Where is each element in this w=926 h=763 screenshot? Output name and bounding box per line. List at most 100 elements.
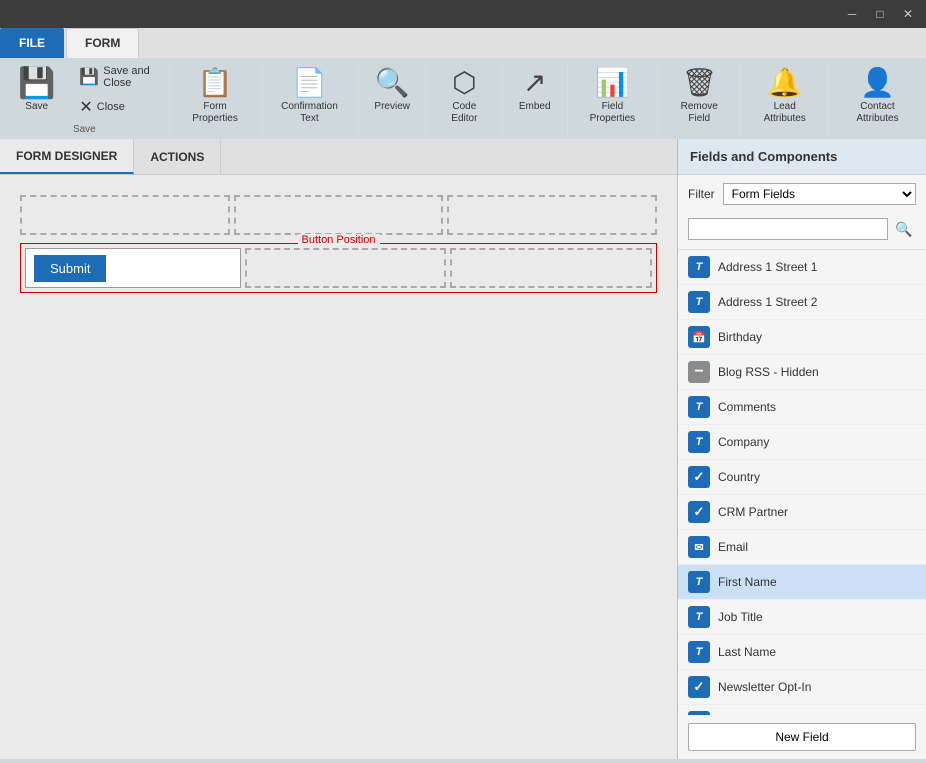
save-group-label: Save — [73, 120, 96, 135]
filter-select[interactable]: Form Fields — [723, 183, 916, 205]
remove-field-icon: 🗑 — [681, 66, 717, 99]
remove-field-button[interactable]: 🗑 Remove Field — [666, 62, 732, 129]
field-properties-icon: 📊 — [595, 66, 630, 99]
tab-file[interactable]: FILE — [0, 28, 64, 58]
field-item-phone[interactable]: TPhone — [678, 705, 926, 715]
field-icon-last-name: T — [688, 641, 710, 663]
contact-attributes-button[interactable]: 👤 Contact Attributes — [837, 62, 918, 129]
field-item-birthday[interactable]: 📅 Birthday — [678, 320, 926, 355]
field-icon-country: ✓ — [688, 466, 710, 488]
lead-attributes-button[interactable]: 🔔 Lead Attributes — [749, 62, 820, 129]
new-field-button[interactable]: New Field — [688, 723, 916, 751]
field-label-birthday: Birthday — [718, 330, 762, 344]
tab-actions[interactable]: ACTIONS — [134, 139, 221, 174]
title-bar: ─ □ ✕ — [0, 0, 926, 28]
field-item-first-name[interactable]: T First Name — [678, 565, 926, 600]
field-properties-button[interactable]: 📊 Field Properties — [576, 62, 649, 129]
field-label-address1-street2: Address 1 Street 2 — [718, 295, 817, 309]
contact-attributes-icon: 👤 — [860, 66, 895, 99]
ribbon-group-embed: ↗ Embed — [503, 62, 568, 135]
embed-icon: ↗ — [523, 66, 546, 99]
form-cell-3[interactable] — [447, 195, 657, 235]
lead-attributes-icon: 🔔 — [767, 66, 802, 99]
close-x-icon: ✕ — [79, 97, 92, 117]
ribbon-content: 💾 Save 💾 Save and Close ✕ Close Save 📋 F… — [0, 58, 926, 139]
form-properties-button[interactable]: 📋 Form Properties — [178, 62, 253, 129]
field-label-company: Company — [718, 435, 769, 449]
field-item-newsletter-opt-in[interactable]: ✓ Newsletter Opt-In — [678, 670, 926, 705]
maximize-button[interactable]: □ — [866, 0, 894, 28]
field-item-comments[interactable]: T Comments — [678, 390, 926, 425]
form-canvas: Button Position Submit — [0, 175, 677, 759]
ribbon-group-preview: 🔍 Preview — [358, 62, 427, 135]
form-row-top — [20, 195, 657, 235]
preview-button[interactable]: 🔍 Preview — [366, 62, 418, 117]
filter-row: Filter Form Fields — [678, 175, 926, 213]
embed-button[interactable]: ↗ Embed — [511, 62, 559, 117]
field-label-email: Email — [718, 540, 748, 554]
save-icon: 💾 — [18, 66, 55, 101]
tab-form-designer[interactable]: FORM DESIGNER — [0, 139, 134, 174]
code-editor-button[interactable]: ⬡ Code Editor — [435, 62, 494, 129]
right-panel: Fields and Components Filter Form Fields… — [678, 139, 926, 759]
save-small-group: 💾 Save and Close ✕ Close — [69, 62, 160, 120]
confirmation-text-button[interactable]: 📄 Confirmation Text — [270, 62, 350, 129]
form-properties-icon: 📋 — [198, 66, 233, 99]
field-label-country: Country — [718, 470, 760, 484]
field-item-country[interactable]: ✓ Country — [678, 460, 926, 495]
field-label-last-name: Last Name — [718, 645, 776, 659]
save-and-close-button[interactable]: 💾 Save and Close — [73, 62, 160, 92]
submit-button[interactable]: Submit — [34, 255, 106, 282]
right-panel-header: Fields and Components — [678, 139, 926, 175]
ribbon-group-form-properties: 📋 Form Properties — [170, 62, 262, 135]
search-row: 🔍 — [678, 213, 926, 249]
ribbon-group-lead-attributes: 🔔 Lead Attributes — [741, 62, 829, 135]
field-item-address1-street1[interactable]: T Address 1 Street 1 — [678, 250, 926, 285]
ribbon-group-contact-attributes: 👤 Contact Attributes — [829, 62, 926, 135]
ribbon-group-remove-field: 🗑 Remove Field — [658, 62, 741, 135]
field-item-company[interactable]: T Company — [678, 425, 926, 460]
field-item-crm-partner[interactable]: ✓CRM Partner — [678, 495, 926, 530]
field-icon-address1-street2: T — [688, 291, 710, 313]
field-item-last-name[interactable]: T Last Name — [678, 635, 926, 670]
field-label-newsletter-opt-in: Newsletter Opt-In — [718, 680, 811, 694]
button-row: Submit — [25, 248, 652, 288]
button-cell-2[interactable] — [245, 248, 447, 288]
ribbon-group-confirmation: 📄 Confirmation Text — [262, 62, 359, 135]
search-icon-button[interactable]: 🔍 — [892, 217, 916, 241]
field-icon-address1-street1: T — [688, 256, 710, 278]
ribbon-group-code-editor: ⬡ Code Editor — [427, 62, 503, 135]
button-cell-3[interactable] — [450, 248, 652, 288]
field-icon-comments: T — [688, 396, 710, 418]
form-cell-2[interactable] — [234, 195, 444, 235]
field-item-job-title[interactable]: T Job Title — [678, 600, 926, 635]
button-position-label: Button Position — [298, 234, 380, 246]
close-button[interactable]: ✕ — [894, 0, 922, 28]
close-ribbon-button[interactable]: ✕ Close — [73, 94, 160, 120]
field-label-job-title: Job Title — [718, 610, 763, 624]
field-icon-company: T — [688, 431, 710, 453]
field-icon-first-name: T — [688, 571, 710, 593]
designer-toolbar: FORM DESIGNER ACTIONS — [0, 139, 677, 175]
field-item-blog-rss[interactable]: −Blog RSS - Hidden — [678, 355, 926, 390]
field-item-address1-street2[interactable]: T Address 1 Street 2 — [678, 285, 926, 320]
form-cell-1[interactable] — [20, 195, 230, 235]
search-input[interactable] — [688, 218, 888, 240]
minimize-button[interactable]: ─ — [838, 0, 866, 28]
field-label-comments: Comments — [718, 400, 776, 414]
tab-form[interactable]: FORM — [66, 28, 139, 58]
field-icon-newsletter-opt-in: ✓ — [688, 676, 710, 698]
field-icon-crm-partner: ✓ — [688, 501, 710, 523]
save-and-close-icon: 💾 — [79, 67, 99, 87]
preview-icon: 🔍 — [375, 66, 410, 99]
field-icon-job-title: T — [688, 606, 710, 628]
ribbon-tabs: FILE FORM — [0, 28, 926, 58]
field-label-address1-street1: Address 1 Street 1 — [718, 260, 817, 274]
field-icon-blog-rss: − — [688, 361, 710, 383]
field-item-email[interactable]: ✉ Email — [678, 530, 926, 565]
submit-button-cell[interactable]: Submit — [25, 248, 241, 288]
field-icon-email: ✉ — [688, 536, 710, 558]
field-icon-birthday: 📅 — [688, 326, 710, 348]
field-label-first-name: First Name — [718, 575, 777, 589]
save-button[interactable]: 💾 Save — [8, 62, 65, 116]
